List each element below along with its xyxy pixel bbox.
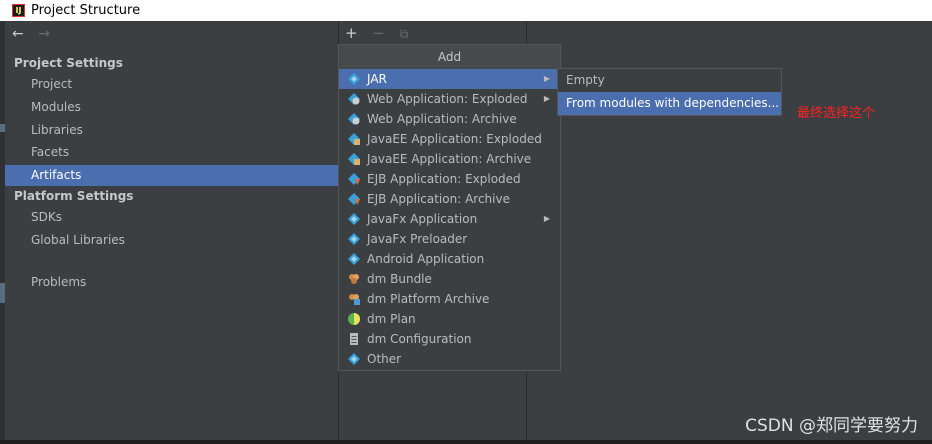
artifact-diamond-icon — [348, 233, 360, 245]
popup-title: Add — [339, 45, 560, 69]
menu-item-javaee-archive[interactable]: JavaEE Application: Archive — [339, 149, 560, 169]
configuration-file-icon — [350, 333, 358, 345]
sidebar-item-artifacts[interactable]: Artifacts — [5, 165, 338, 186]
sidebar-item-problems[interactable]: Problems — [5, 272, 338, 293]
remove-icon[interactable]: − — [372, 24, 385, 42]
dm-archive-icon — [349, 294, 360, 305]
menu-item-label: EJB Application: Archive — [367, 192, 510, 206]
menu-item-label: dm Plan — [367, 312, 416, 326]
menu-item-dm-bundle[interactable]: dm Bundle — [339, 269, 560, 289]
submenu-item-empty[interactable]: Empty — [558, 69, 781, 92]
add-icon[interactable]: + — [345, 24, 358, 42]
menu-item-label: JavaFx Preloader — [367, 232, 468, 246]
javaee-artifact-icon — [348, 133, 360, 145]
menu-item-label: JavaFx Application — [367, 212, 478, 226]
javaee-artifact-icon — [348, 153, 360, 165]
menu-item-label: JavaEE Application: Exploded — [367, 132, 542, 146]
menu-item-label: JAR — [367, 72, 387, 86]
platform-settings-header: Platform Settings — [14, 189, 134, 203]
menu-item-label: dm Configuration — [367, 332, 472, 346]
annotation-note: 最终选择这个 — [797, 106, 876, 121]
dm-plan-icon — [348, 313, 360, 325]
menu-item-javaee-exploded[interactable]: JavaEE Application: Exploded — [339, 129, 560, 149]
submenu-arrow-icon: ▶ — [543, 74, 550, 83]
sidebar-item-project[interactable]: Project — [5, 74, 338, 95]
submenu-arrow-icon: ▶ — [543, 214, 550, 223]
title-bar: IJ Project Structure — [0, 0, 932, 21]
web-artifact-icon — [348, 93, 360, 105]
artifact-diamond-icon — [348, 213, 360, 225]
menu-item-label: Android Application — [367, 252, 485, 266]
artifact-diamond-icon — [348, 253, 360, 265]
ejb-artifact-icon — [348, 173, 360, 185]
sidebar-item-libraries[interactable]: Libraries — [5, 120, 338, 141]
intellij-icon: IJ — [12, 4, 25, 17]
menu-item-dm-configuration[interactable]: dm Configuration — [339, 329, 560, 349]
artifacts-toolbar: + − ⧉ — [345, 24, 418, 42]
add-popup-menu: Add JAR ▶ Web Application: Exploded ▶ We… — [338, 44, 561, 371]
sidebar-item-modules[interactable]: Modules — [5, 97, 338, 118]
ejb-artifact-icon — [348, 193, 360, 205]
menu-item-label: dm Bundle — [367, 272, 432, 286]
sidebar-item-global-libraries[interactable]: Global Libraries — [5, 230, 338, 251]
project-settings-header: Project Settings — [14, 56, 123, 70]
menu-item-jar[interactable]: JAR ▶ — [339, 69, 560, 89]
dm-bundle-icon — [349, 274, 359, 284]
sidebar-item-sdks[interactable]: SDKs — [5, 207, 338, 228]
menu-item-ejb-archive[interactable]: EJB Application: Archive — [339, 189, 560, 209]
menu-item-web-archive[interactable]: Web Application: Archive — [339, 109, 560, 129]
menu-item-android-application[interactable]: Android Application — [339, 249, 560, 269]
web-artifact-icon — [348, 113, 360, 125]
submenu-arrow-icon: ▶ — [543, 94, 550, 103]
artifact-diamond-icon — [348, 73, 360, 85]
copy-icon[interactable]: ⧉ — [400, 27, 409, 41]
forward-arrow-icon[interactable]: → — [38, 26, 50, 42]
watermark: CSDN @郑同学要努力 — [745, 416, 918, 436]
menu-item-label: EJB Application: Exploded — [367, 172, 521, 186]
menu-item-label: dm Platform Archive — [367, 292, 490, 306]
window-title: Project Structure — [31, 3, 141, 18]
menu-item-javafx-application[interactable]: JavaFx Application ▶ — [339, 209, 560, 229]
menu-item-label: Web Application: Exploded — [367, 92, 528, 106]
submenu-item-from-modules[interactable]: From modules with dependencies... — [558, 92, 781, 115]
menu-item-ejb-exploded[interactable]: EJB Application: Exploded — [339, 169, 560, 189]
menu-item-label: Other — [367, 352, 402, 366]
menu-item-javafx-preloader[interactable]: JavaFx Preloader — [339, 229, 560, 249]
menu-item-label: Web Application: Archive — [367, 112, 517, 126]
sidebar-item-facets[interactable]: Facets — [5, 142, 338, 163]
menu-item-label: JavaEE Application: Archive — [367, 152, 532, 166]
menu-item-web-exploded[interactable]: Web Application: Exploded ▶ — [339, 89, 560, 109]
bottom-bar — [0, 440, 932, 444]
jar-submenu: Empty From modules with dependencies... — [557, 68, 782, 116]
back-arrow-icon[interactable]: ← — [12, 26, 24, 42]
menu-item-dm-platform-archive[interactable]: dm Platform Archive — [339, 289, 560, 309]
nav-arrows: ← → — [12, 26, 50, 42]
artifact-diamond-icon — [348, 353, 360, 365]
menu-item-other[interactable]: Other — [339, 349, 560, 369]
menu-item-dm-plan[interactable]: dm Plan — [339, 309, 560, 329]
